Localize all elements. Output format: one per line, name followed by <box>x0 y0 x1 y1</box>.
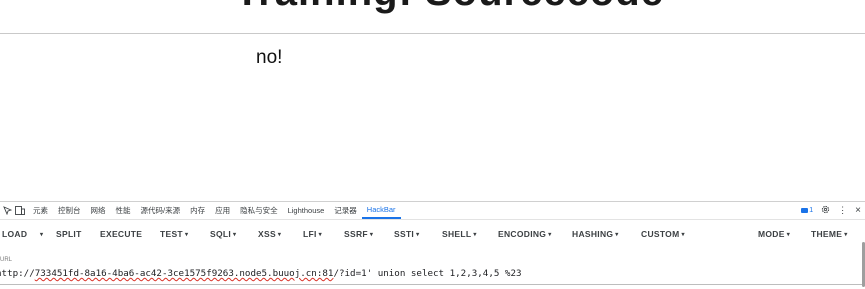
load-button[interactable]: LOAD <box>2 229 27 239</box>
shell-menu[interactable]: SHELL ▾ <box>442 229 477 239</box>
issues-badge[interactable]: 1 <box>801 207 813 214</box>
mode-menu[interactable]: MODE ▾ <box>758 229 790 239</box>
url-scheme: http:// <box>0 268 35 279</box>
url-host: 733451fd-8a16-4ba6-ac42-3ce1575f9263.nod… <box>34 268 334 279</box>
tab-hackbar[interactable]: HackBar <box>361 202 401 219</box>
issues-count: 1 <box>809 207 814 214</box>
tab-lighthouse[interactable]: Lighthouse <box>283 202 330 219</box>
chevron-down-icon: ▾ <box>369 232 374 238</box>
tab-performance[interactable]: 性能 <box>111 202 136 219</box>
page-title-area: Training: Sourcecode <box>0 0 865 34</box>
chevron-down-icon: ▾ <box>473 232 477 238</box>
chevron-down-icon: ▾ <box>277 232 282 238</box>
divider <box>0 33 865 34</box>
theme-menu[interactable]: THEME ▾ <box>811 229 848 239</box>
split-button[interactable]: SPLIT <box>56 229 82 239</box>
tab-network[interactable]: 网络 <box>86 202 111 219</box>
device-toolbar-icon[interactable] <box>15 206 25 215</box>
devtools-panel: 元素 控制台 网络 性能 源代码/来源 内存 应用 隐私与安全 Lighthou… <box>0 201 865 289</box>
tab-elements[interactable]: 元素 <box>28 202 53 219</box>
inspect-element-icon[interactable] <box>3 206 13 216</box>
message-icon <box>801 208 809 213</box>
tab-application[interactable]: 应用 <box>210 202 235 219</box>
chevron-down-icon: ▾ <box>233 232 237 238</box>
url-query: /?id=1' union select 1,2,3,4,5 %23 <box>333 268 522 279</box>
devtools-tabbar: 元素 控制台 网络 性能 源代码/来源 内存 应用 隐私与安全 Lighthou… <box>0 202 865 220</box>
sqli-menu[interactable]: SQLI ▾ <box>210 229 236 239</box>
execute-button[interactable]: EXECUTE <box>100 229 142 239</box>
close-devtools-icon[interactable]: × <box>855 205 861 216</box>
page-message: no! <box>256 47 283 68</box>
load-dropdown-icon[interactable]: ▾ <box>38 229 43 239</box>
url-input-underline <box>0 284 862 285</box>
custom-menu[interactable]: CUSTOM ▾ <box>641 229 685 239</box>
ssti-menu[interactable]: SSTI ▾ <box>394 229 419 239</box>
chevron-down-icon: ▾ <box>615 232 619 238</box>
chevron-down-icon: ▾ <box>844 232 848 238</box>
tab-privacy-security[interactable]: 隐私与安全 <box>235 202 283 219</box>
more-options-icon[interactable]: ⋮ <box>838 205 847 216</box>
url-input[interactable]: http://733451fd-8a16-4ba6-ac42-3ce1575f9… <box>0 268 856 282</box>
tab-sources[interactable]: 源代码/来源 <box>136 202 186 219</box>
tab-memory[interactable]: 内存 <box>185 202 210 219</box>
url-field-label: URL <box>0 257 13 263</box>
xss-menu[interactable]: XSS ▾ <box>258 229 281 239</box>
page-title: Training: Sourcecode <box>235 0 664 15</box>
tab-console[interactable]: 控制台 <box>53 202 86 219</box>
hackbar-toolbar: LOAD ▾ SPLIT EXECUTE TEST ▾ SQLI ▾ XSS ▾ LF… <box>0 224 865 244</box>
settings-gear-icon[interactable] <box>821 205 830 216</box>
ssrf-menu[interactable]: SSRF ▾ <box>344 229 373 239</box>
encoding-menu[interactable]: ENCODING ▾ <box>498 229 552 239</box>
lfi-menu[interactable]: LFI ▾ <box>303 229 322 239</box>
tab-recorder[interactable]: 记录器 <box>329 202 362 219</box>
chevron-down-icon: ▾ <box>786 232 791 238</box>
chevron-down-icon: ▾ <box>548 232 552 238</box>
chevron-down-icon: ▾ <box>318 232 322 238</box>
chevron-down-icon: ▾ <box>416 232 420 238</box>
test-menu[interactable]: TEST ▾ <box>160 229 188 239</box>
chevron-down-icon: ▾ <box>681 232 685 238</box>
hashing-menu[interactable]: HASHING ▾ <box>572 229 619 239</box>
chevron-down-icon: ▾ <box>184 232 189 238</box>
devtools-actions: 1 ⋮ × <box>801 202 861 219</box>
